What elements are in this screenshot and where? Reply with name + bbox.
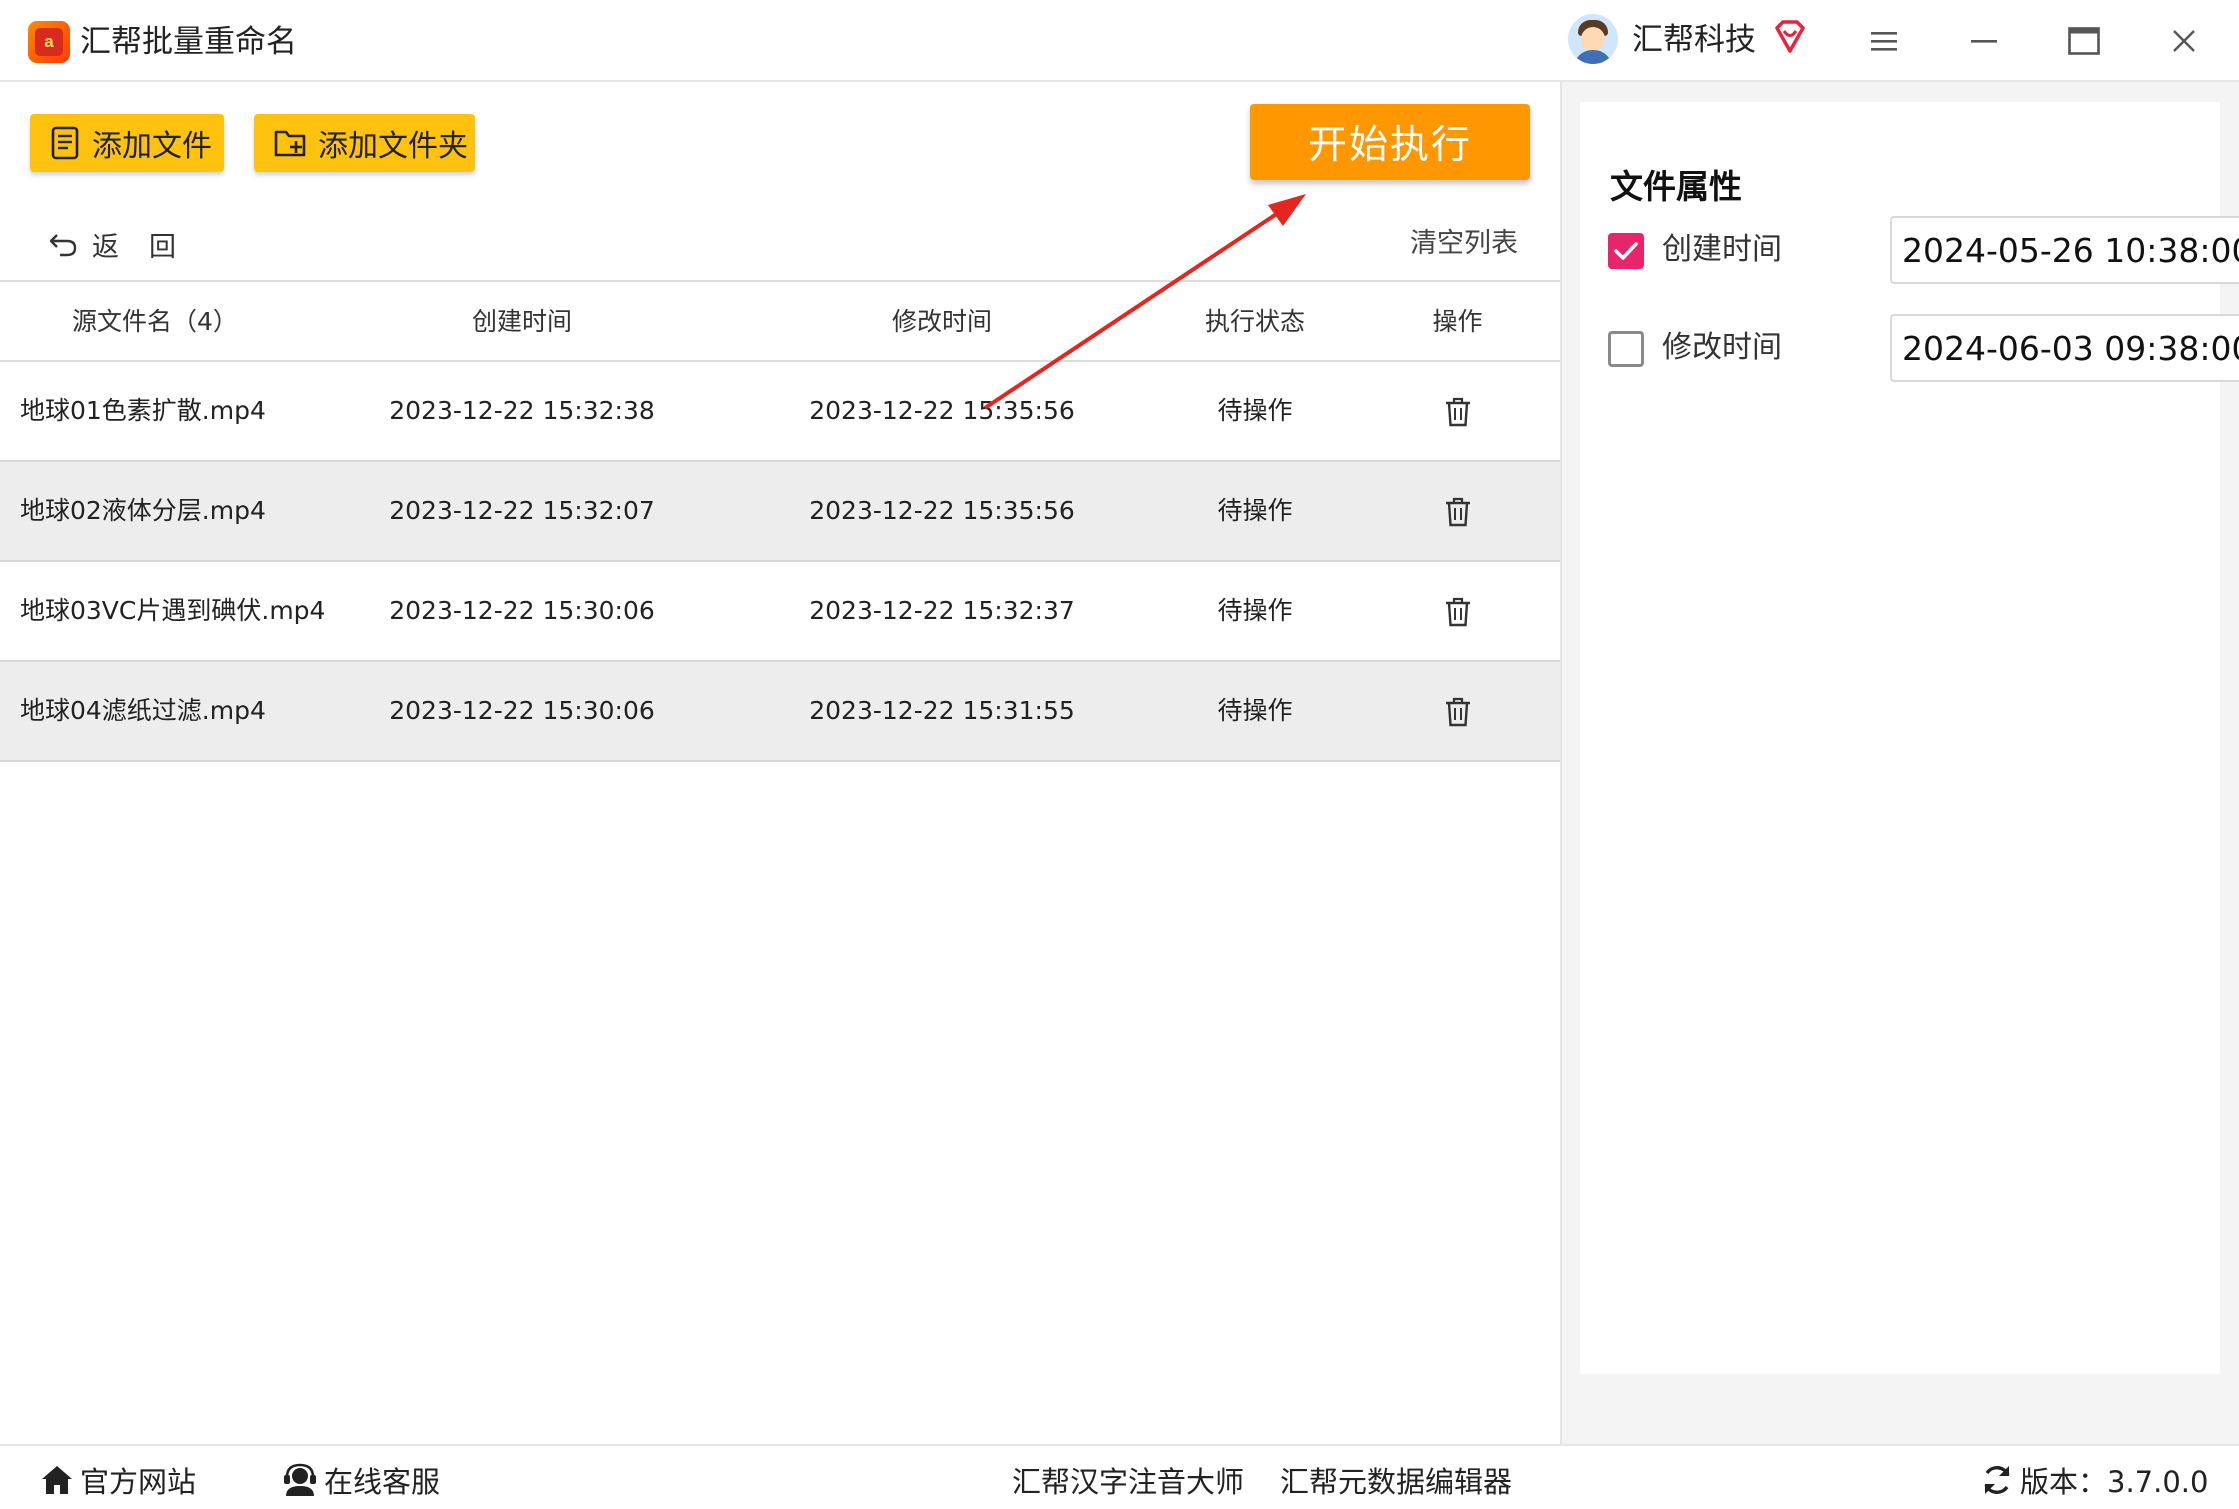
header-op: 操作 — [1432, 307, 1483, 336]
minimize-button[interactable] — [1961, 18, 2007, 64]
service-link[interactable]: 在线客服 — [282, 1458, 440, 1502]
delete-cell — [1400, 362, 1515, 460]
file-table: 源文件名（4） 创建时间 修改时间 执行状态 操作 地球01色素扩散.mp4 2… — [0, 280, 1560, 762]
add-file-label: 添加文件 — [92, 129, 212, 164]
status: 待操作 — [1217, 496, 1293, 525]
maximize-icon — [2068, 27, 2100, 55]
title-bar: a 汇帮批量重命名 汇帮科技 — [0, 0, 2239, 82]
create-time: 2023-12-22 15:32:07 — [389, 496, 655, 525]
pinyin-app-link[interactable]: 汇帮汉字注音大师 — [1012, 1458, 1244, 1502]
create-time-row: 创建时间 — [1594, 216, 2239, 284]
file-name: 地球02液体分层.mp4 — [20, 496, 266, 525]
properties-title: 文件属性 — [1610, 167, 1742, 206]
hamburger-icon — [1871, 32, 1897, 51]
modify-time-input[interactable] — [1890, 314, 2239, 382]
modify-time-row: 修改时间 — [1594, 314, 2239, 382]
file-name: 地球04滤纸过滤.mp4 — [20, 696, 266, 725]
add-file-button[interactable]: 添加文件 — [30, 114, 224, 172]
service-label: 在线客服 — [324, 1465, 441, 1499]
maximize-button[interactable] — [2061, 18, 2107, 64]
checkmark-icon — [1614, 242, 1638, 260]
header-ctime: 创建时间 — [471, 307, 572, 336]
trash-icon[interactable] — [1445, 597, 1471, 627]
refresh-icon[interactable] — [1980, 1463, 2014, 1497]
header-name: 源文件名（4） — [72, 307, 238, 336]
create-time-input[interactable] — [1890, 216, 2239, 284]
clear-list-button[interactable]: 清空列表 — [1410, 222, 1518, 266]
user-name[interactable]: 汇帮科技 — [1632, 18, 1756, 62]
footer-bar: 官方网站 在线客服 汇帮汉字注音大师 汇帮元数据编辑器 版本：3.7.0.0 — [0, 1444, 2239, 1509]
create-time-label: 创建时间 — [1662, 232, 1782, 267]
avatar[interactable] — [1568, 14, 1618, 64]
app-title: 汇帮批量重命名 — [80, 24, 297, 60]
create-time: 2023-12-22 15:32:38 — [389, 396, 655, 425]
back-button[interactable]: 返回 — [48, 222, 206, 266]
modify-time: 2023-12-22 15:35:56 — [809, 496, 1075, 525]
table-row[interactable]: 地球01色素扩散.mp4 2023-12-22 15:32:38 2023-12… — [0, 362, 1560, 462]
properties-panel: 文件属性 创建时间 修改时间 — [1562, 82, 2239, 1444]
delete-cell — [1400, 662, 1515, 760]
status: 待操作 — [1217, 596, 1293, 625]
back-label: 返回 — [92, 231, 206, 263]
version-label: 版本：3.7.0.0 — [2020, 1465, 2209, 1499]
start-button[interactable]: 开始执行 — [1250, 104, 1530, 180]
status: 待操作 — [1217, 396, 1293, 425]
trash-icon[interactable] — [1445, 397, 1471, 427]
website-label: 官方网站 — [80, 1465, 197, 1499]
add-folder-button[interactable]: 添加文件夹 — [254, 114, 475, 172]
menu-button[interactable] — [1861, 18, 1907, 64]
properties-card: 文件属性 创建时间 修改时间 — [1580, 102, 2239, 1374]
add-folder-icon — [274, 130, 306, 157]
file-name: 地球01色素扩散.mp4 — [20, 396, 266, 425]
close-button[interactable] — [2161, 18, 2207, 64]
headset-icon — [284, 1463, 316, 1496]
website-link[interactable]: 官方网站 — [40, 1458, 196, 1502]
trash-icon[interactable] — [1445, 697, 1471, 727]
modify-time-label: 修改时间 — [1662, 330, 1782, 365]
modify-time: 2023-12-22 15:31:55 — [809, 696, 1075, 725]
table-row[interactable]: 地球03VC片遇到碘伏.mp4 2023-12-22 15:30:06 2023… — [0, 562, 1560, 662]
create-time: 2023-12-22 15:30:06 — [389, 696, 655, 725]
create-time-checkbox[interactable] — [1608, 233, 1644, 269]
modify-time: 2023-12-22 15:35:56 — [809, 396, 1075, 425]
delete-cell — [1400, 562, 1515, 660]
modify-time: 2023-12-22 15:32:37 — [809, 596, 1075, 625]
version-info: 版本：3.7.0.0 — [1980, 1458, 2208, 1502]
trash-icon[interactable] — [1445, 497, 1471, 527]
app-logo-icon: a — [28, 21, 70, 63]
vip-diamond-icon[interactable] — [1771, 18, 1809, 56]
add-folder-label: 添加文件夹 — [318, 129, 468, 164]
delete-cell — [1400, 462, 1515, 560]
close-icon — [2173, 30, 2195, 52]
status: 待操作 — [1217, 696, 1293, 725]
metadata-app-link[interactable]: 汇帮元数据编辑器 — [1280, 1458, 1512, 1502]
header-mtime: 修改时间 — [891, 307, 992, 336]
minimize-icon — [1971, 40, 1997, 43]
home-icon — [42, 1466, 72, 1494]
table-row[interactable]: 地球02液体分层.mp4 2023-12-22 15:32:07 2023-12… — [0, 462, 1560, 562]
file-name: 地球03VC片遇到碘伏.mp4 — [20, 596, 326, 625]
table-header: 源文件名（4） 创建时间 修改时间 执行状态 操作 — [0, 280, 1560, 362]
app-logo-letter: a — [35, 28, 63, 56]
add-file-icon — [51, 126, 79, 160]
undo-arrow-icon — [49, 234, 77, 257]
table-row[interactable]: 地球04滤纸过滤.mp4 2023-12-22 15:30:06 2023-12… — [0, 662, 1560, 762]
modify-time-checkbox[interactable] — [1608, 331, 1644, 367]
create-time: 2023-12-22 15:30:06 — [389, 596, 655, 625]
header-status: 执行状态 — [1204, 307, 1305, 336]
